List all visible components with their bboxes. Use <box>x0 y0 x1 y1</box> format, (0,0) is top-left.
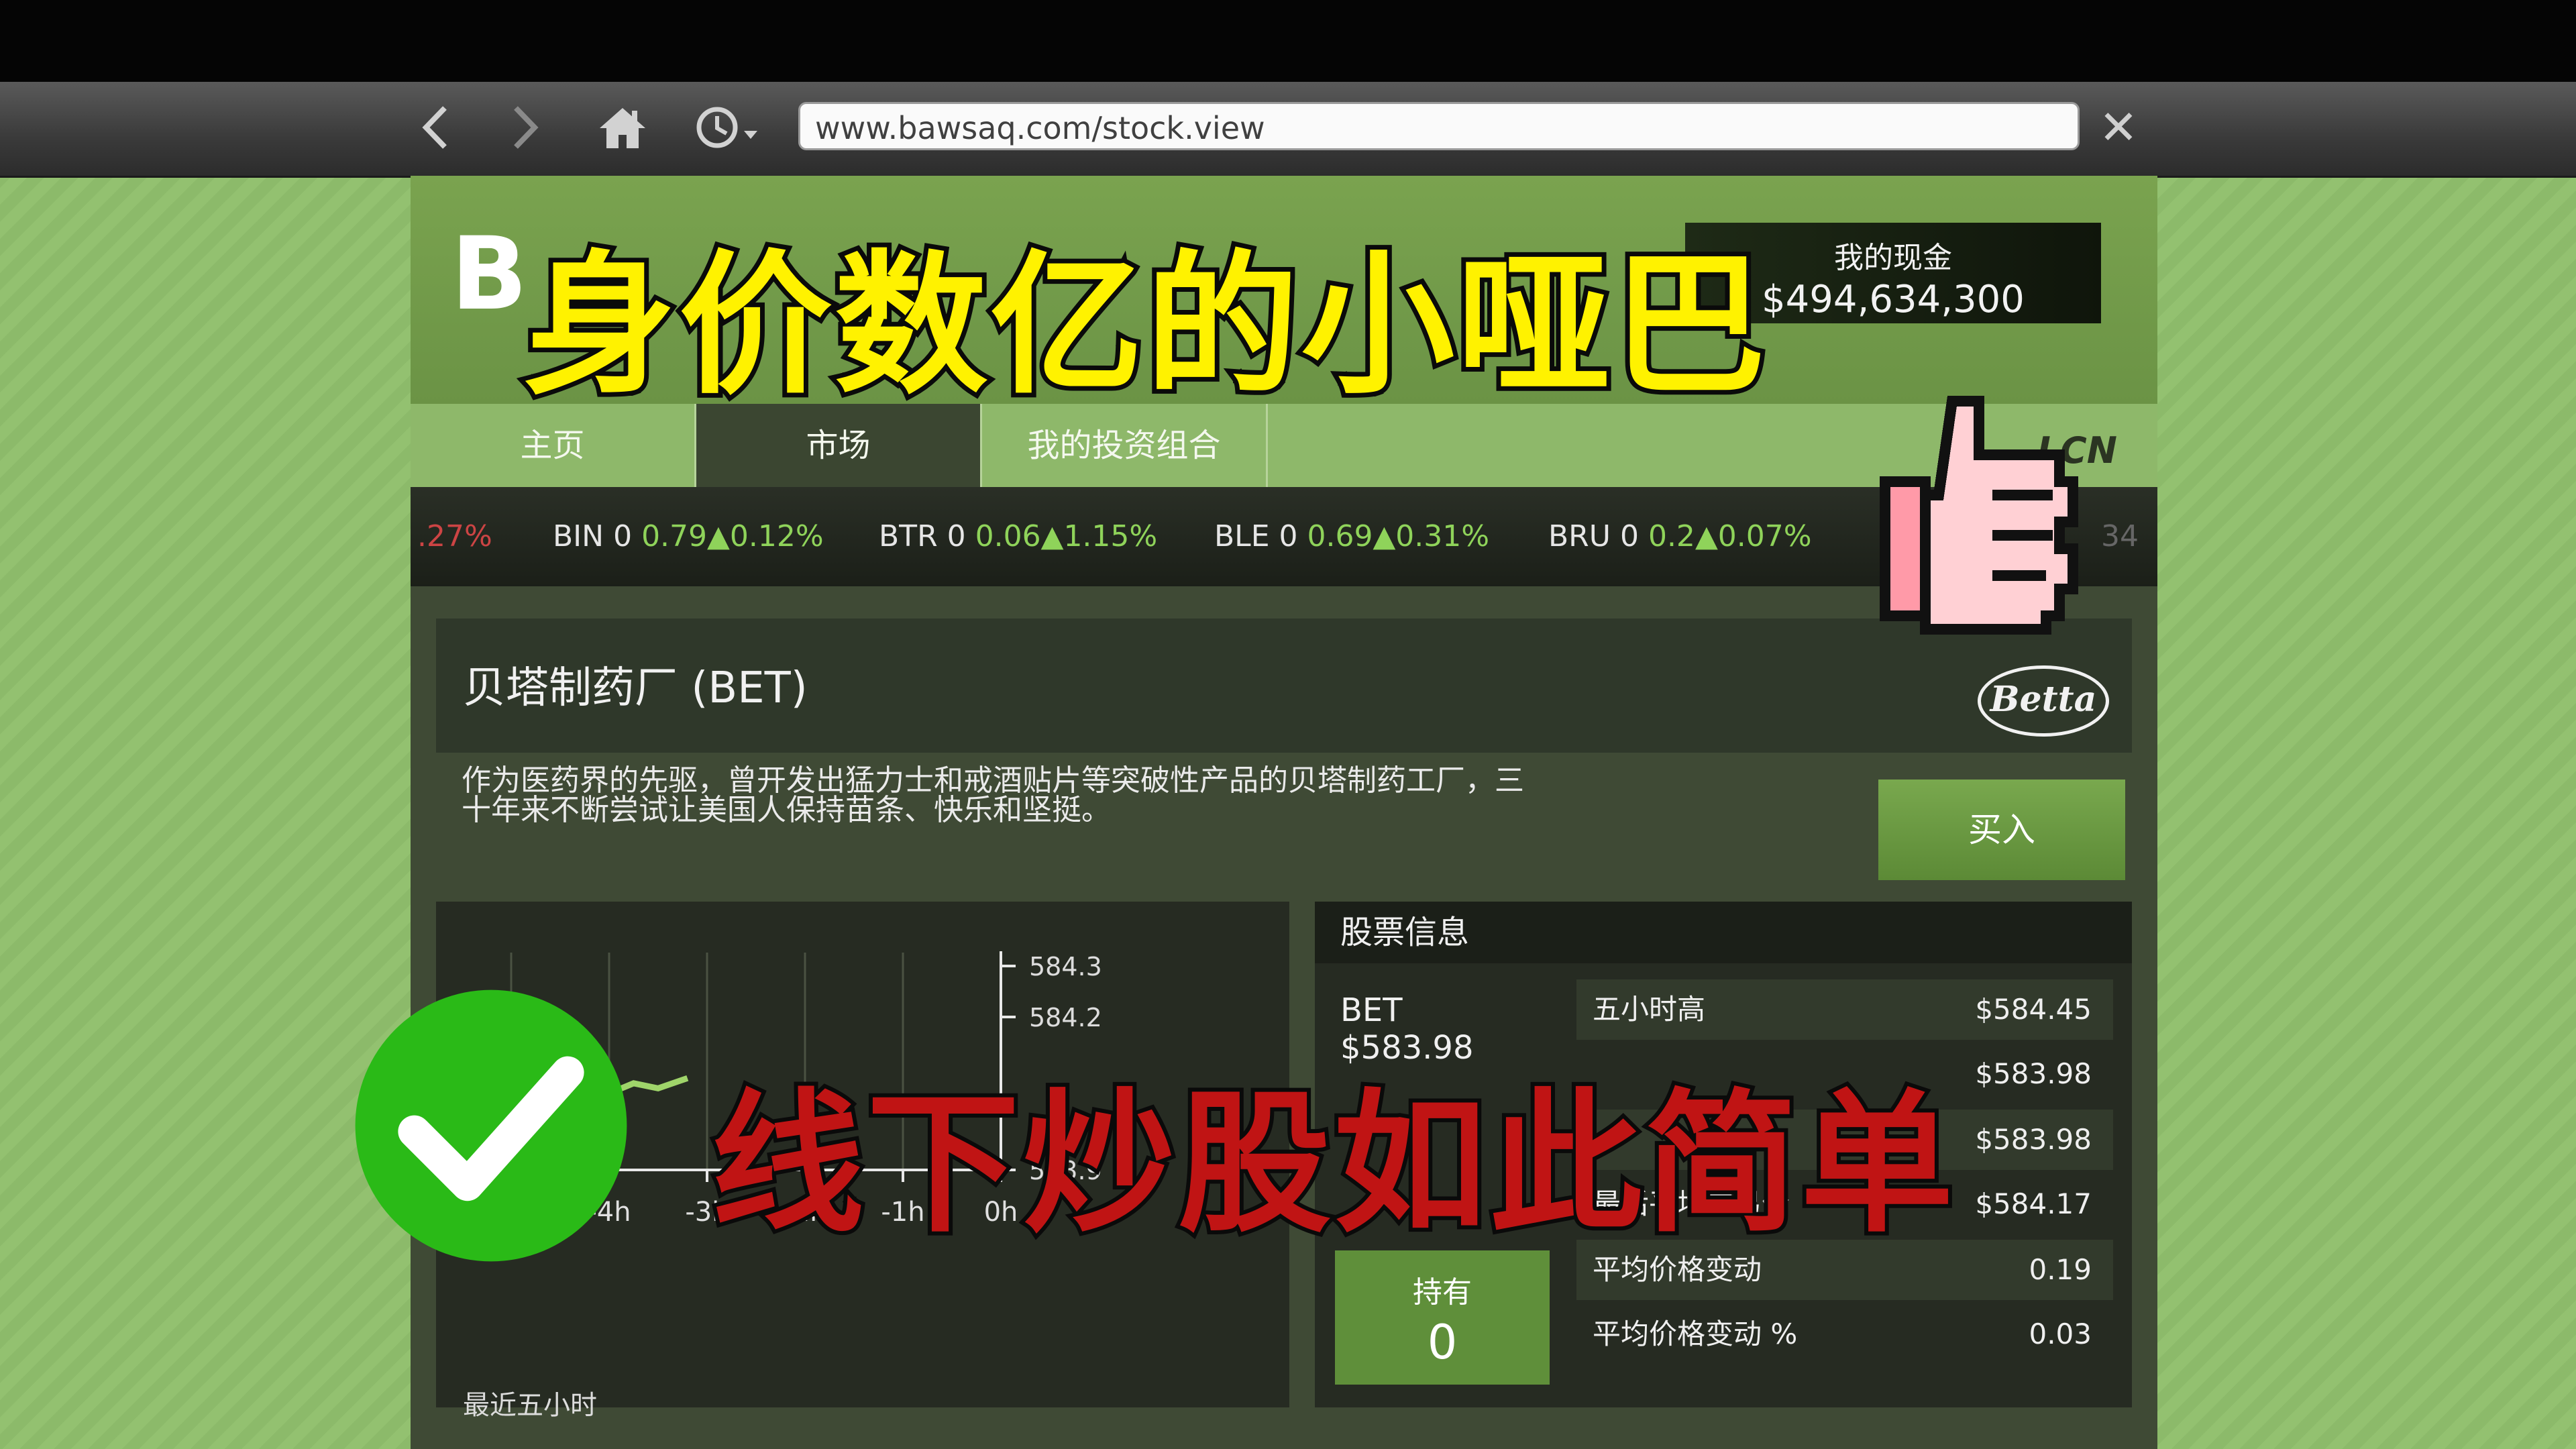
ticker-change: 1.15% <box>1063 519 1158 553</box>
betta-logo: Betta <box>1978 665 2109 737</box>
info-row-label: 平均价格变动 % <box>1593 1318 1798 1350</box>
headline-top: 身价数亿的小哑巴 <box>519 231 1770 419</box>
up-arrow-icon: ▲ <box>1695 519 1718 553</box>
info-row-label: 五小时高 <box>1593 993 1706 1026</box>
ticker-change: 0.12% <box>729 519 824 553</box>
description-line: 十年来不断尝试让美国人保持苗条、快乐和坚挺。 <box>462 793 1111 827</box>
info-row-value: $584.17 <box>1975 1187 2092 1220</box>
close-icon[interactable]: ✕ <box>2092 101 2145 154</box>
up-arrow-icon: ▲ <box>707 519 730 553</box>
ticker-symbol: BLE 0 <box>1214 519 1298 553</box>
top-black-bar <box>0 0 2576 82</box>
check-icon <box>355 989 627 1262</box>
info-row-value: 0.03 <box>2029 1318 2092 1350</box>
back-icon[interactable] <box>409 101 463 154</box>
info-row-5h-high: 五小时高 $584.45 <box>1576 979 2113 1040</box>
ticker-fragment-right: 34 <box>2101 519 2139 553</box>
thumbs-up-icon <box>1880 396 2078 635</box>
stock-info-heading: 股票信息 <box>1315 902 2132 963</box>
y-tick-label: 584.3 <box>1029 952 1102 981</box>
headline-bottom: 线下炒股如此简单 <box>707 1071 1957 1257</box>
forward-icon[interactable] <box>498 101 551 154</box>
ticker-symbol: BRU 0 <box>1548 519 1639 553</box>
up-arrow-icon: ▲ <box>1373 519 1396 553</box>
stock-title: 贝塔制药厂 (BET) <box>463 663 808 713</box>
url-input[interactable]: www.bawsaq.com/stock.view <box>798 102 2080 150</box>
buy-button[interactable]: 买入 <box>1878 780 2125 880</box>
ticker-symbol: BTR 0 <box>879 519 966 553</box>
info-row-value: $584.45 <box>1975 993 2092 1026</box>
info-row-avg-change-pct: 平均价格变动 % 0.03 <box>1576 1304 2113 1364</box>
info-row-value: $583.98 <box>1975 1057 2092 1090</box>
ticker-price: 0.06 <box>975 519 1041 553</box>
y-tick-label: 584.2 <box>1029 1003 1102 1032</box>
ticker-fragment-left: .27% <box>417 519 492 553</box>
ticker-item[interactable]: BLE 0 0.69▲0.31% <box>1214 487 1489 586</box>
holdings-value: 0 <box>1427 1315 1458 1370</box>
holdings-box: 持有 0 <box>1335 1250 1550 1385</box>
description-line: 作为医药界的先驱，曾开发出猛力士和戒酒贴片等突破性产品的贝塔制药工厂，三 <box>462 763 1524 798</box>
stock-symbol: BET <box>1340 991 1403 1029</box>
ticker-item[interactable]: BRU 0 0.2▲0.07% <box>1548 487 1812 586</box>
ticker-change: 0.31% <box>1395 519 1490 553</box>
chart-caption: 最近五小时 <box>463 1390 597 1421</box>
ticker-symbol: BIN 0 <box>553 519 633 553</box>
info-row-value: 0.19 <box>2029 1253 2092 1286</box>
ticker-price: 0.2 <box>1648 519 1695 553</box>
home-icon[interactable] <box>596 101 649 154</box>
stock-description: 作为医药界的先驱，曾开发出猛力士和戒酒贴片等突破性产品的贝塔制药工厂，三 十年来… <box>462 766 1669 825</box>
history-icon[interactable] <box>691 101 765 154</box>
ticker-change: 0.07% <box>1717 519 1812 553</box>
ticker-item[interactable]: BIN 0 0.79▲0.12% <box>553 487 824 586</box>
ticker-item[interactable]: BTR 0 0.06▲1.15% <box>879 487 1157 586</box>
info-row-value: $583.98 <box>1975 1123 2092 1156</box>
site-logo: B <box>451 216 531 333</box>
ticker-price: 0.79 <box>641 519 708 553</box>
ticker-price: 0.69 <box>1307 519 1373 553</box>
up-arrow-icon: ▲ <box>1040 519 1064 553</box>
